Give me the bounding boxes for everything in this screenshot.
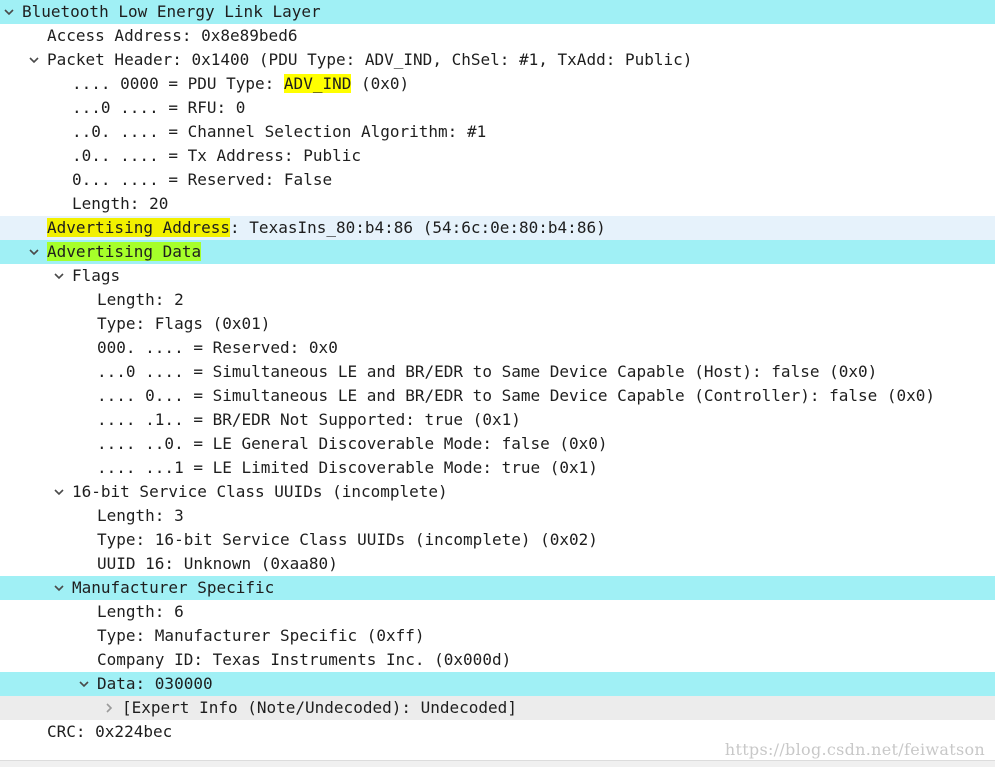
text-segment: : TexasIns_80:b4:86 (54:6c:0e:80:b4:86): [230, 218, 606, 237]
tree-row[interactable]: 16-bit Service Class UUIDs (incomplete): [0, 480, 995, 504]
tree-row[interactable]: .... .1.. = BR/EDR Not Supported: true (…: [0, 408, 995, 432]
tree-row[interactable]: Packet Header: 0x1400 (PDU Type: ADV_IND…: [0, 48, 995, 72]
tree-row-label: ...0 .... = RFU: 0: [72, 98, 246, 117]
tree-row-label: .... .1.. = BR/EDR Not Supported: true (…: [97, 410, 521, 429]
tree-row-label: UUID 16: Unknown (0xaa80): [97, 554, 338, 573]
tree-row[interactable]: Company ID: Texas Instruments Inc. (0x00…: [0, 648, 995, 672]
tree-row[interactable]: .... 0000 = PDU Type: ADV_IND (0x0): [0, 72, 995, 96]
tree-row-label: Type: Flags (0x01): [97, 314, 271, 333]
tree-row-label: CRC: 0x224bec: [47, 722, 173, 741]
horizontal-scrollbar[interactable]: [0, 760, 995, 767]
chevron-down-icon[interactable]: [27, 48, 41, 72]
chevron-down-icon[interactable]: [27, 240, 41, 264]
tree-row[interactable]: ...0 .... = RFU: 0: [0, 96, 995, 120]
packet-detail-tree: Bluetooth Low Energy Link Layer Access Ad…: [0, 0, 995, 744]
tree-row-label: Length: 6: [97, 602, 184, 621]
tree-row[interactable]: ..0. .... = Channel Selection Algorithm:…: [0, 120, 995, 144]
tree-row-label: Length: 3: [97, 506, 184, 525]
chevron-down-icon[interactable]: [52, 480, 66, 504]
tree-row[interactable]: Type: 16-bit Service Class UUIDs (incomp…: [0, 528, 995, 552]
tree-row[interactable]: Bluetooth Low Energy Link Layer: [0, 0, 995, 24]
tree-row-label: Bluetooth Low Energy Link Layer: [22, 2, 321, 21]
chevron-right-icon[interactable]: [102, 696, 116, 720]
tree-row[interactable]: .... 0... = Simultaneous LE and BR/EDR t…: [0, 384, 995, 408]
tree-row-label: Type: Manufacturer Specific (0xff): [97, 626, 425, 645]
watermark: https://blog.csdn.net/feiwatson: [724, 740, 985, 759]
highlight-mark: Advertising Data: [47, 242, 202, 261]
tree-row[interactable]: Type: Flags (0x01): [0, 312, 995, 336]
tree-row-label: [Expert Info (Note/Undecoded): Undecoded…: [122, 698, 517, 717]
tree-row[interactable]: 000. .... = Reserved: 0x0: [0, 336, 995, 360]
tree-row[interactable]: UUID 16: Unknown (0xaa80): [0, 552, 995, 576]
tree-row-label: ...0 .... = Simultaneous LE and BR/EDR t…: [97, 362, 878, 381]
tree-row[interactable]: Length: 6: [0, 600, 995, 624]
tree-row[interactable]: Length: 20: [0, 192, 995, 216]
tree-row-label: .... 0... = Simultaneous LE and BR/EDR t…: [97, 386, 936, 405]
tree-row-label: ..0. .... = Channel Selection Algorithm:…: [72, 122, 487, 141]
tree-row-label: Flags: [72, 266, 121, 285]
chevron-down-icon[interactable]: [52, 576, 66, 600]
tree-row-label: Data: 030000: [97, 674, 213, 693]
tree-row[interactable]: Flags: [0, 264, 995, 288]
highlight-mark: Advertising Address: [47, 218, 231, 237]
tree-row[interactable]: .0.. .... = Tx Address: Public: [0, 144, 995, 168]
tree-row-label: 16-bit Service Class UUIDs (incomplete): [72, 482, 448, 501]
tree-row[interactable]: Length: 2: [0, 288, 995, 312]
chevron-down-icon[interactable]: [2, 0, 16, 24]
tree-row[interactable]: .... ..0. = LE General Discoverable Mode…: [0, 432, 995, 456]
tree-row[interactable]: Advertising Data: [0, 240, 995, 264]
tree-row-label: Advertising Address: TexasIns_80:b4:86 (…: [47, 216, 606, 240]
tree-row[interactable]: Advertising Address: TexasIns_80:b4:86 (…: [0, 216, 995, 240]
tree-row-label: Manufacturer Specific: [72, 578, 275, 597]
tree-row-label: Length: 2: [97, 290, 184, 309]
tree-row[interactable]: Manufacturer Specific: [0, 576, 995, 600]
tree-row-label: Access Address: 0x8e89bed6: [47, 26, 298, 45]
tree-row-label: 0... .... = Reserved: False: [72, 170, 333, 189]
tree-row[interactable]: Access Address: 0x8e89bed6: [0, 24, 995, 48]
tree-row-label: .... 0000 = PDU Type: ADV_IND (0x0): [72, 72, 409, 96]
tree-row-label: Packet Header: 0x1400 (PDU Type: ADV_IND…: [47, 50, 693, 69]
text-segment: (0x0): [351, 74, 410, 93]
tree-row-label: Length: 20: [72, 194, 169, 213]
tree-row-label: Advertising Data: [47, 240, 202, 264]
tree-row[interactable]: 0... .... = Reserved: False: [0, 168, 995, 192]
tree-row-label: Type: 16-bit Service Class UUIDs (incomp…: [97, 530, 598, 549]
tree-row[interactable]: [Expert Info (Note/Undecoded): Undecoded…: [0, 696, 995, 720]
tree-row[interactable]: Type: Manufacturer Specific (0xff): [0, 624, 995, 648]
highlight-mark: ADV_IND: [283, 74, 352, 93]
chevron-down-icon[interactable]: [52, 264, 66, 288]
tree-row-label: Company ID: Texas Instruments Inc. (0x00…: [97, 650, 512, 669]
tree-row-label: .0.. .... = Tx Address: Public: [72, 146, 361, 165]
tree-row-label: .... ...1 = LE Limited Discoverable Mode…: [97, 458, 598, 477]
text-segment: .... 0000 = PDU Type:: [72, 74, 284, 93]
tree-row-label: 000. .... = Reserved: 0x0: [97, 338, 338, 357]
tree-row[interactable]: .... ...1 = LE Limited Discoverable Mode…: [0, 456, 995, 480]
tree-row[interactable]: ...0 .... = Simultaneous LE and BR/EDR t…: [0, 360, 995, 384]
tree-row[interactable]: Data: 030000: [0, 672, 995, 696]
tree-row[interactable]: Length: 3: [0, 504, 995, 528]
tree-row-label: .... ..0. = LE General Discoverable Mode…: [97, 434, 608, 453]
chevron-down-icon[interactable]: [77, 672, 91, 696]
